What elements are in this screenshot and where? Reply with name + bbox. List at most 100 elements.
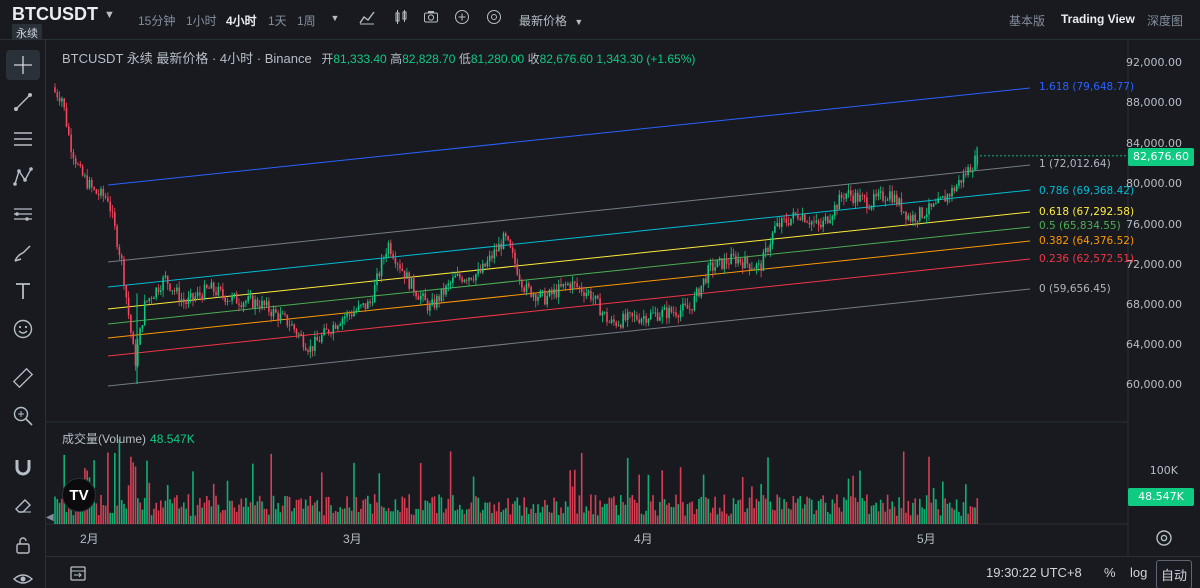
- brush-icon[interactable]: [6, 238, 40, 268]
- candle-body: [323, 328, 325, 336]
- volume-bar: [620, 495, 622, 524]
- candle-body: [258, 306, 261, 309]
- candle-body: [309, 346, 312, 353]
- chart-type-icon[interactable]: [392, 9, 410, 27]
- volume-bar: [279, 512, 282, 524]
- chart-settings-icon[interactable]: [1154, 528, 1174, 548]
- symbol-name[interactable]: BTCUSDT: [12, 4, 98, 25]
- log-scale-button[interactable]: log: [1130, 565, 1147, 580]
- zoom-in-icon[interactable]: [6, 401, 40, 431]
- tab-tradingview[interactable]: Trading View: [1061, 12, 1135, 26]
- camera-icon[interactable]: [422, 9, 440, 27]
- candle-body: [459, 273, 461, 278]
- magnet-icon[interactable]: [6, 452, 40, 482]
- volume-bar: [376, 502, 378, 524]
- eye-icon[interactable]: [6, 564, 40, 588]
- price-chart[interactable]: [0, 0, 1200, 588]
- candle-body: [879, 191, 882, 193]
- volume-bar: [157, 510, 160, 524]
- price-type-selector[interactable]: 最新价格 ▼: [519, 12, 583, 29]
- auto-scale-button[interactable]: 自动: [1156, 560, 1193, 588]
- volume-bar: [130, 456, 132, 524]
- timeframe-1w[interactable]: 1周: [297, 12, 316, 29]
- volume-bar: [148, 482, 151, 524]
- add-icon[interactable]: [453, 9, 471, 27]
- volume-bar: [847, 478, 850, 524]
- candle-body: [84, 175, 86, 177]
- tab-depth-chart[interactable]: 深度图: [1147, 12, 1183, 29]
- volume-bar: [541, 506, 544, 524]
- candle-body: [479, 268, 482, 273]
- fib-line: [107, 164, 1031, 263]
- volume-bar: [518, 505, 521, 524]
- volume-bar: [525, 507, 528, 524]
- candle-body: [456, 273, 459, 276]
- timeframe-4h[interactable]: 4小时: [226, 12, 257, 29]
- horizontal-lines-icon[interactable]: [6, 124, 40, 154]
- text-icon[interactable]: [6, 276, 40, 306]
- candle-body: [189, 293, 192, 298]
- timeframe-15m[interactable]: 15分钟: [138, 12, 175, 29]
- volume-bar: [484, 502, 486, 524]
- volume-bar: [417, 508, 420, 524]
- candle-body: [748, 263, 751, 270]
- volume-bar: [723, 494, 726, 524]
- volume-bar: [682, 502, 684, 524]
- candle-body: [226, 300, 229, 302]
- tab-basic-view[interactable]: 基本版: [1009, 12, 1045, 29]
- indicators-icon[interactable]: [358, 9, 376, 27]
- volume-bar: [224, 510, 226, 524]
- pattern-icon[interactable]: [6, 162, 40, 192]
- volume-bar: [583, 512, 585, 524]
- chevron-down-icon[interactable]: ▼: [574, 17, 583, 27]
- timeframe-more-icon[interactable]: ▼: [326, 9, 344, 27]
- volume-bar: [820, 499, 822, 524]
- symbol-selector[interactable]: BTCUSDT ▼: [12, 4, 115, 25]
- volume-label: 成交量(Volume): [62, 432, 147, 446]
- volume-bar: [479, 512, 482, 524]
- candle-body: [436, 296, 438, 308]
- volume-bar: [935, 499, 937, 524]
- volume-bar: [914, 498, 916, 524]
- volume-bar: [698, 498, 700, 524]
- candle-body: [603, 312, 606, 313]
- candle-body: [790, 218, 792, 225]
- lock-icon[interactable]: [6, 530, 40, 560]
- chevron-left-icon[interactable]: ◀: [46, 512, 54, 523]
- volume-bar: [801, 508, 804, 524]
- price-type-label[interactable]: 最新价格: [519, 14, 567, 28]
- percent-scale-button[interactable]: %: [1104, 565, 1116, 580]
- candle-body: [295, 329, 298, 335]
- candle-body: [449, 282, 452, 284]
- crosshair-icon[interactable]: [6, 50, 40, 80]
- go-to-date-icon[interactable]: [68, 563, 88, 586]
- settings-gear-icon[interactable]: [485, 9, 503, 27]
- trend-line-icon[interactable]: [6, 87, 40, 117]
- fib-tool-icon[interactable]: [6, 200, 40, 230]
- volume-bar: [668, 503, 670, 524]
- volume-bar: [309, 496, 312, 524]
- volume-bar: [344, 508, 346, 524]
- volume-bar: [836, 494, 838, 524]
- candle-body: [491, 255, 493, 259]
- volume-bar: [960, 515, 962, 524]
- emoji-icon[interactable]: [6, 314, 40, 344]
- candle-body: [723, 258, 726, 270]
- timeframe-1h[interactable]: 1小时: [186, 12, 217, 29]
- candle-body: [530, 286, 532, 297]
- timeframe-1d[interactable]: 1天: [268, 12, 287, 29]
- candle-body: [240, 305, 243, 307]
- eraser-icon[interactable]: [6, 490, 40, 520]
- candle-body: [268, 301, 270, 312]
- candle-body: [222, 289, 224, 297]
- ruler-icon[interactable]: [6, 363, 40, 393]
- candle-body: [507, 236, 509, 240]
- open-label: 开: [321, 52, 334, 66]
- chevron-down-icon[interactable]: ▼: [104, 9, 115, 21]
- candle-body: [511, 247, 514, 253]
- volume-bar: [284, 495, 286, 524]
- price-tick: 68,000.00: [1126, 298, 1182, 311]
- volume-bar: [403, 498, 406, 524]
- candle-body: [399, 264, 401, 269]
- candle-body: [705, 278, 707, 283]
